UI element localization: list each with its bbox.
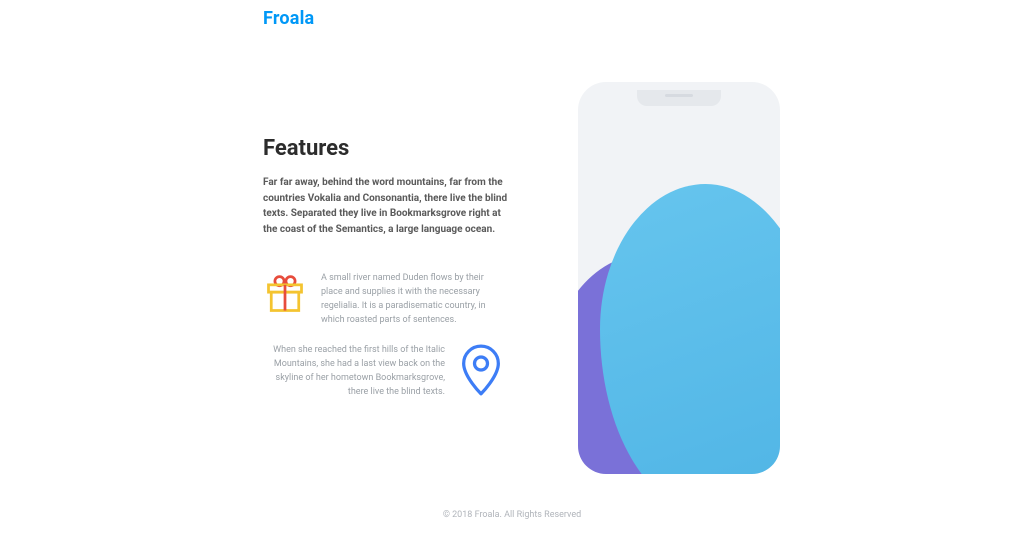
brand-logo[interactable]: Froala (263, 8, 314, 29)
features-heading: Features (263, 136, 513, 161)
phone-notch (637, 90, 721, 106)
phone-mockup (578, 82, 780, 474)
decorative-blob (600, 184, 780, 474)
feature-item: When she reached the first hills of the … (263, 344, 503, 400)
feature-text: A small river named Duden flows by their… (321, 272, 503, 328)
footer-copyright: © 2018 Froala. All Rights Reserved (0, 510, 1024, 520)
features-lead: Far far away, behind the word mountains,… (263, 175, 513, 237)
feature-item: A small river named Duden flows by their… (263, 272, 503, 328)
feature-text: When she reached the first hills of the … (263, 344, 445, 400)
phone-speaker (665, 94, 693, 97)
location-pin-icon (459, 344, 503, 400)
gift-icon (263, 272, 307, 320)
features-section: Features Far far away, behind the word m… (263, 136, 513, 237)
